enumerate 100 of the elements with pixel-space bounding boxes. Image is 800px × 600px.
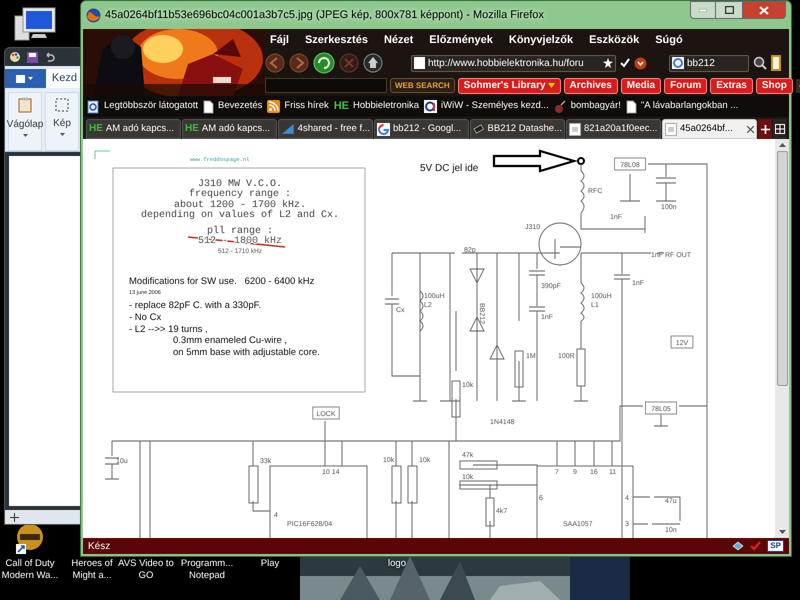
browser-tab[interactable]: BB212 Datashe... [470, 119, 565, 139]
menu-item[interactable]: Nézet [384, 32, 414, 48]
move-icon [10, 512, 19, 522]
layers-icon[interactable] [732, 541, 744, 551]
app-menu-button[interactable] [5, 69, 46, 88]
desktop-icon-label[interactable]: Heroes of Might a... [71, 558, 113, 582]
back-button[interactable] [265, 53, 285, 73]
arrow-icon [492, 150, 578, 172]
minimize-icon [699, 8, 707, 12]
window-title: 45a0264bf11b53e696bc04c001a3b7c5.jpg (JPEG kép, 800x781 képpont) - Mozilla Firefox [105, 8, 544, 23]
toolbar-button[interactable]: Sohmer's Library [458, 78, 561, 94]
menu-item[interactable]: Szerkesztés [304, 32, 368, 48]
tab-list-button[interactable] [773, 119, 786, 139]
caret-icon [22, 134, 28, 137]
toolbar-button[interactable]: Extras [710, 78, 753, 94]
browser-tab[interactable]: 821a20a1f0eec... [566, 119, 661, 139]
annotation-text: 5V DC jel ide [420, 163, 478, 174]
browser-tab[interactable]: 45a0264bf... [662, 119, 757, 139]
new-tab-button[interactable] [758, 119, 772, 139]
desktop-icon-label[interactable]: AVS Video to GO [118, 558, 174, 582]
browser-tab[interactable]: bb212 - Googl... [374, 119, 469, 139]
check-icon[interactable] [750, 541, 762, 551]
site-logo-text: HE [185, 124, 199, 134]
page-icon [414, 57, 425, 69]
note-text: depending on values of L2 and Cx. [140, 210, 340, 221]
menu-item[interactable]: Súgó [655, 32, 683, 48]
search-page-icon [87, 100, 100, 114]
close-button[interactable] [742, 1, 786, 19]
home-button[interactable] [363, 53, 383, 73]
palette-icon[interactable] [9, 51, 21, 63]
undo-icon[interactable] [44, 52, 55, 62]
site-logo-text: HE [334, 101, 350, 112]
maximize-button[interactable] [716, 1, 742, 19]
cloud-icon [281, 123, 295, 135]
plus-icon [760, 124, 770, 134]
desktop-icon-label[interactable]: Programm... Notepad [180, 558, 234, 582]
search-field[interactable]: bb212 [669, 54, 749, 72]
bookmark-link[interactable]: Bevezetés [218, 99, 262, 114]
address-field[interactable]: http://www.hobbielektronika.hu/foru [411, 54, 616, 72]
site-logo-text: HE [89, 124, 103, 134]
bookmark-link[interactable]: bombagyár! [570, 99, 621, 114]
toolbar-button[interactable]: Media [620, 78, 662, 94]
globe-icon [672, 57, 684, 69]
toolbar-button[interactable]: Forum [664, 78, 708, 94]
note-text: - No Cx [129, 312, 162, 323]
bomb-icon [554, 100, 567, 114]
browser-tab[interactable]: HE AM adó kapcs... [182, 119, 277, 139]
status-badge[interactable]: SP [767, 540, 784, 552]
bookmark-link[interactable]: Friss hírek [284, 99, 329, 114]
clipboard-icon [18, 97, 32, 113]
browser-tab[interactable]: HE AM adó kapcs... [86, 119, 181, 139]
menu-item[interactable]: Eszközök [589, 32, 640, 48]
note-text: on 5mm base with adjustable core. [173, 347, 320, 358]
note-text: - L2 -->> 19 turns , [129, 324, 208, 335]
desktop-icon-label[interactable]: Play [260, 558, 280, 570]
web-search-field[interactable] [265, 78, 387, 93]
scroll-thumb[interactable] [776, 151, 788, 386]
terminal-icon [577, 157, 585, 165]
toolbar-button[interactable]: Archives [564, 78, 618, 94]
menu-item[interactable]: Előzmények [429, 32, 493, 48]
bookmark-link[interactable]: Hobbieletronika [353, 99, 420, 114]
maximize-icon [724, 6, 734, 14]
page-icon [203, 100, 214, 114]
desktop-icon-label[interactable]: Call of Duty Modern Wa... [2, 558, 58, 582]
browser-tab[interactable]: 4shared - free f... [278, 119, 373, 139]
browser-icon [86, 8, 101, 22]
logo-icon [424, 100, 438, 113]
game-icon[interactable] [15, 522, 45, 554]
web-search-button[interactable]: WEB SEARCH [390, 78, 455, 93]
note-text: 0.3mm enameled Cu-wire , [173, 335, 288, 346]
desktop-icon-label[interactable]: logo [388, 558, 406, 570]
forward-button[interactable] [289, 53, 309, 73]
ribbon-button[interactable]: Kép [45, 92, 79, 151]
scroll-up-icon[interactable] [778, 143, 786, 147]
bookmark-link[interactable]: Legtöbbször látogatott [104, 99, 198, 114]
feed-icon [267, 100, 280, 113]
scroll-down-icon[interactable] [778, 530, 786, 534]
note-text: frequency range : [188, 189, 292, 200]
ribbon-button[interactable]: Vágólap [8, 92, 42, 151]
star-icon[interactable] [603, 58, 613, 68]
note-text: - replace 82pF C. with a 330pF. [129, 300, 262, 311]
page-icon [626, 100, 637, 114]
selection-icon [55, 98, 69, 112]
search-icon[interactable] [753, 56, 767, 70]
bookmark-link[interactable]: iWiW - Személyes kezd... [441, 99, 549, 114]
image-icon [569, 122, 581, 136]
close-icon[interactable] [747, 126, 754, 132]
note-heading: Modifications for SW use. 6200 - 6400 kHz [129, 276, 314, 287]
menu-item[interactable]: Könyvjelzők [508, 32, 574, 48]
addon-icon[interactable] [634, 56, 647, 70]
note-text: about 1200 - 1700 kHz. [174, 200, 306, 211]
menu-item[interactable]: Fájl [270, 32, 289, 48]
status-text: Kész [88, 540, 110, 554]
image-icon [665, 122, 677, 136]
toolbar-button[interactable]: Shop [756, 78, 793, 94]
minimize-button[interactable] [690, 1, 716, 19]
chip-icon [473, 123, 485, 135]
reload-button[interactable] [313, 52, 335, 74]
bookmark-link[interactable]: "A lávabarlangokban ... [640, 99, 738, 114]
save-icon[interactable] [27, 52, 38, 62]
